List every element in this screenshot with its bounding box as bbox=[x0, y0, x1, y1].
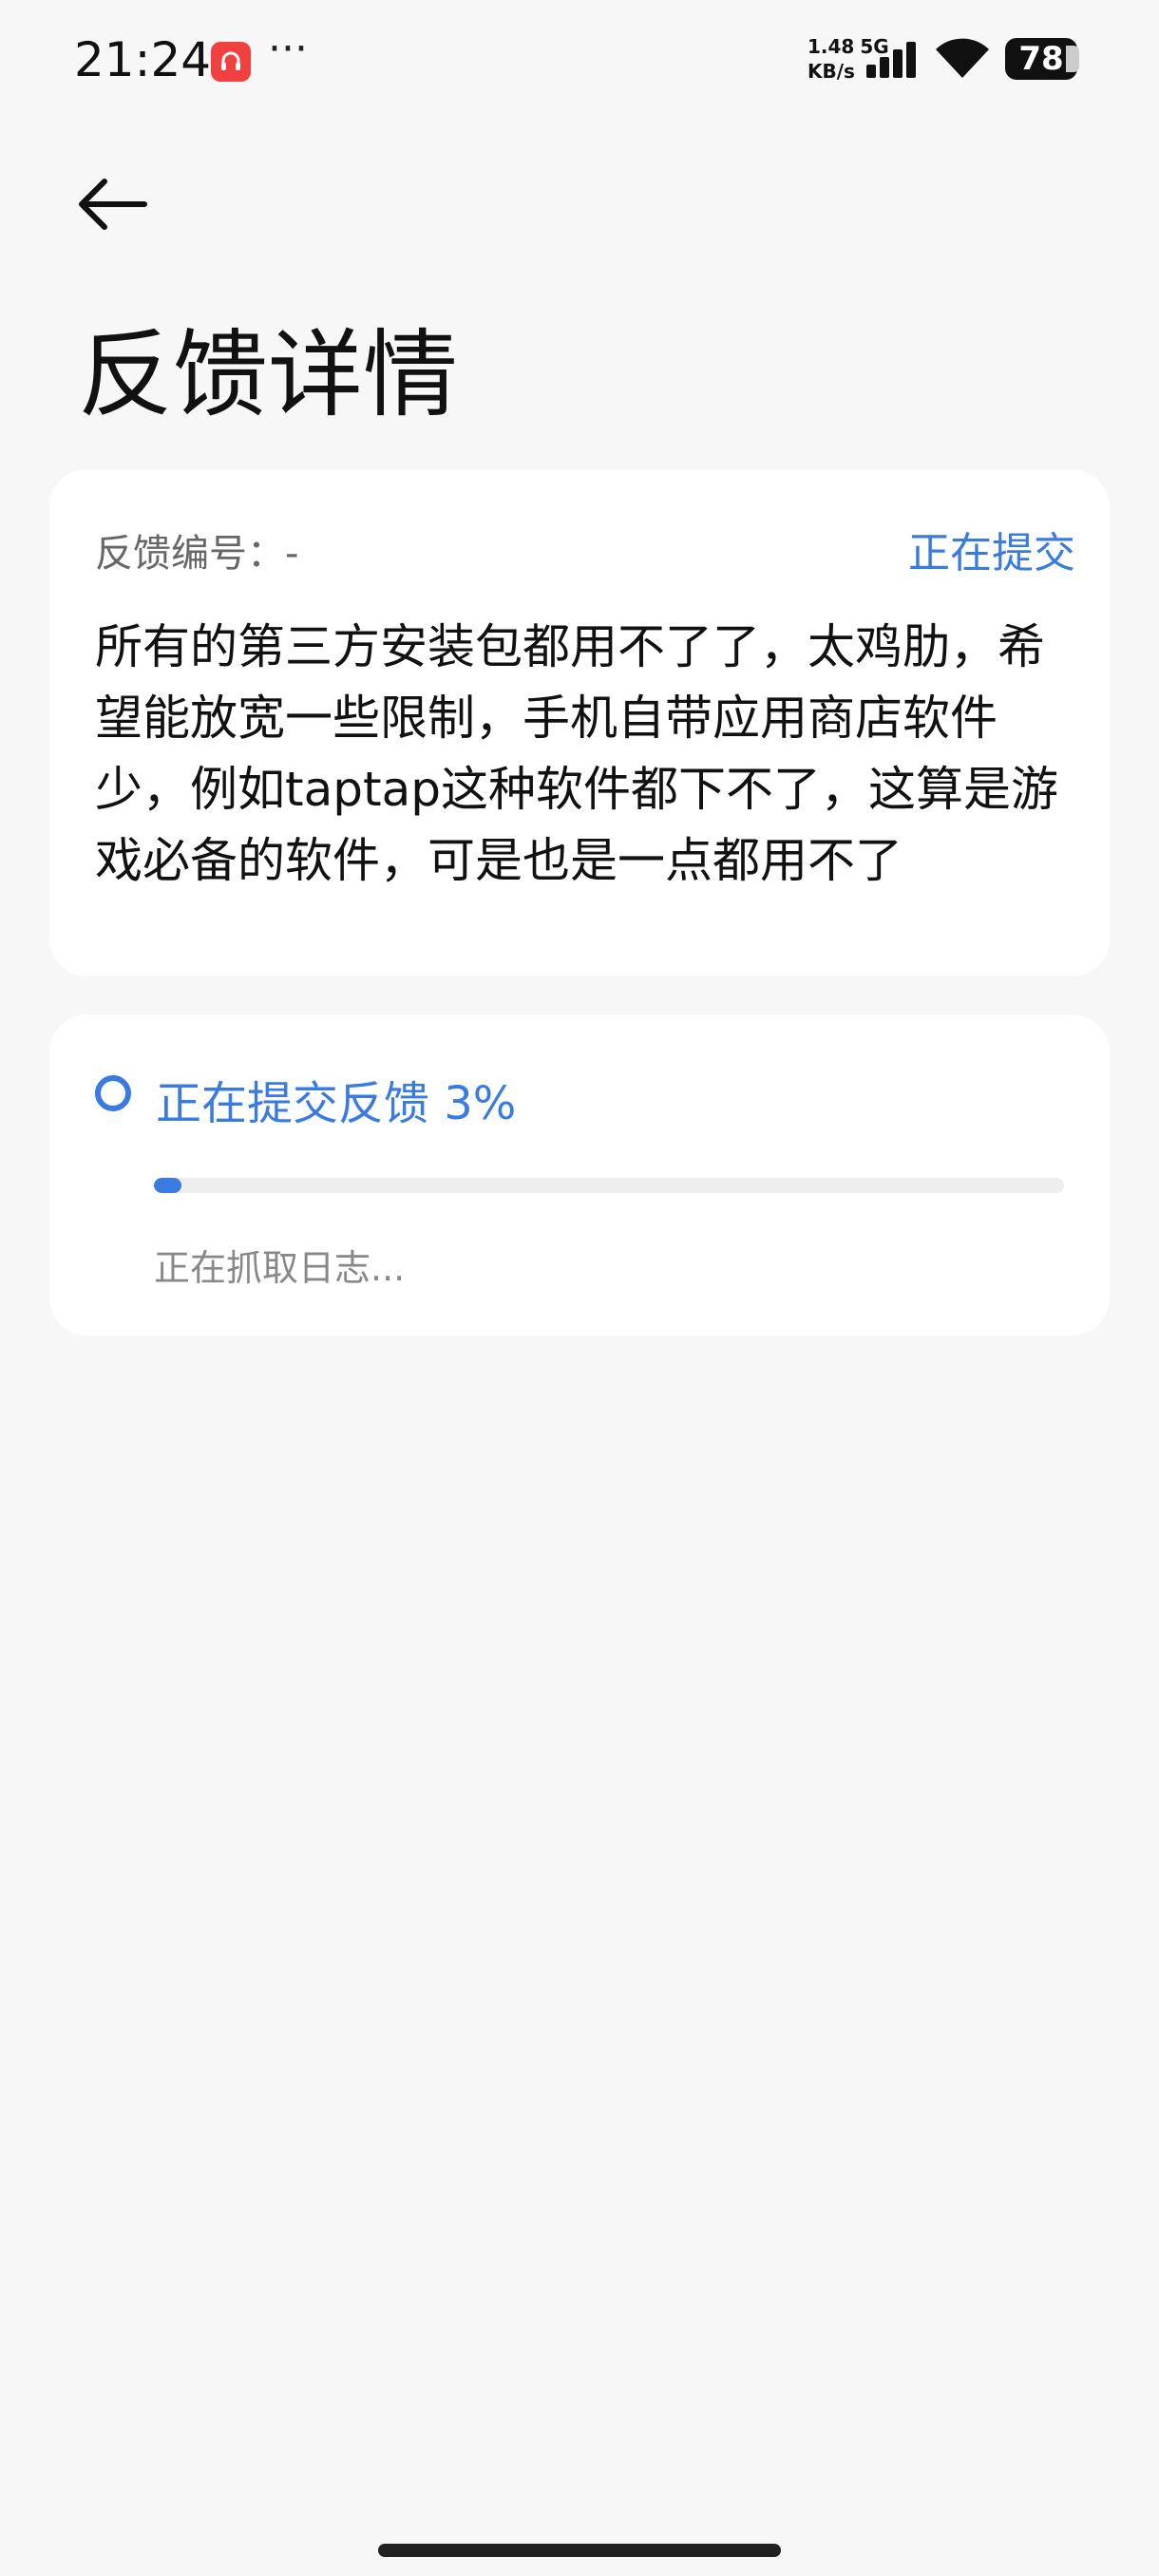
back-button[interactable] bbox=[76, 171, 162, 237]
feedback-id-label: 反馈编号：- bbox=[95, 532, 299, 576]
headset-icon bbox=[211, 42, 251, 82]
signal-icon bbox=[866, 42, 916, 78]
progress-subtext: 正在抓取日志... bbox=[154, 1247, 406, 1289]
net-speed-value: 1.48 bbox=[808, 35, 855, 58]
status-bar: 21:24 ··· 1.48 5G KB/s 78 bbox=[0, 0, 1159, 123]
progress-fill bbox=[154, 1178, 181, 1193]
battery-cap bbox=[1066, 46, 1079, 72]
home-indicator[interactable] bbox=[378, 2544, 781, 2557]
feedback-content: 所有的第三方安装包都用不了了，太鸡肋，希望能放宽一些限制，手机自带应用商店软件少… bbox=[95, 619, 1058, 888]
progress-bar bbox=[154, 1178, 1064, 1193]
status-time: 21:24 bbox=[74, 32, 212, 87]
page-title: 反馈详情 bbox=[78, 319, 458, 430]
wifi-icon bbox=[936, 38, 989, 78]
arrow-left-icon bbox=[79, 179, 147, 230]
progress-title: 正在提交反馈 3% bbox=[156, 1077, 517, 1130]
more-dots-icon: ··· bbox=[268, 25, 308, 73]
battery-level: 78 bbox=[1018, 40, 1064, 78]
feedback-card: 反馈编号：- 正在提交 所有的第三方安装包都用不了了，太鸡肋，希望能放宽一些限制… bbox=[49, 469, 1110, 976]
submission-status-card: 正在提交反馈 3% 正在抓取日志... bbox=[49, 1014, 1110, 1335]
progress-ring-icon bbox=[95, 1075, 131, 1111]
feedback-status: 正在提交 bbox=[908, 529, 1075, 578]
